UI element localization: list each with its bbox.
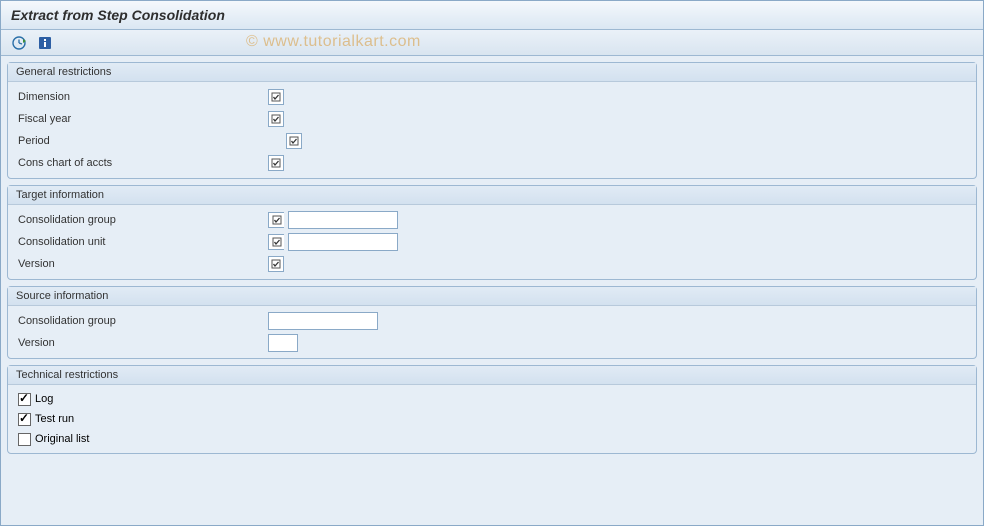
info-icon — [38, 36, 52, 50]
target-version-f4-button[interactable] — [268, 256, 284, 272]
target-information-group: Target information Consolidation group C… — [7, 185, 977, 280]
test-run-checkbox[interactable] — [18, 413, 31, 426]
clock-execute-icon — [11, 35, 27, 51]
source-cons-group-label: Consolidation group — [18, 315, 268, 327]
content-area: General restrictions Dimension Fiscal ye… — [1, 56, 983, 466]
target-information-title: Target information — [8, 186, 976, 205]
target-cons-group-f4-button[interactable] — [268, 212, 284, 228]
source-cons-group-input[interactable] — [268, 312, 378, 330]
main-window: Extract from Step Consolidation © www.tu… — [0, 0, 984, 526]
source-version-input[interactable] — [268, 334, 298, 352]
toolbar — [1, 30, 983, 56]
search-help-icon — [272, 215, 282, 225]
information-button[interactable] — [35, 34, 55, 52]
search-help-icon — [271, 92, 281, 102]
target-cons-unit-label: Consolidation unit — [18, 236, 268, 248]
search-help-icon — [271, 114, 281, 124]
cons-chart-f4-button[interactable] — [268, 155, 284, 171]
execute-button[interactable] — [9, 34, 29, 52]
target-cons-group-input[interactable] — [288, 211, 398, 229]
general-restrictions-title: General restrictions — [8, 63, 976, 82]
source-information-title: Source information — [8, 287, 976, 306]
search-help-icon — [272, 237, 282, 247]
period-f4-button[interactable] — [286, 133, 302, 149]
source-version-label: Version — [18, 337, 268, 349]
general-restrictions-group: General restrictions Dimension Fiscal ye… — [7, 62, 977, 179]
log-label: Log — [35, 393, 53, 405]
search-help-icon — [289, 136, 299, 146]
dimension-f4-button[interactable] — [268, 89, 284, 105]
dimension-label: Dimension — [18, 91, 268, 103]
original-list-checkbox[interactable] — [18, 433, 31, 446]
log-checkbox[interactable] — [18, 393, 31, 406]
technical-restrictions-title: Technical restrictions — [8, 366, 976, 385]
fiscal-year-label: Fiscal year — [18, 113, 268, 125]
search-help-icon — [271, 259, 281, 269]
target-cons-group-label: Consolidation group — [18, 214, 268, 226]
target-cons-unit-f4-button[interactable] — [268, 234, 284, 250]
period-label: Period — [18, 135, 268, 147]
target-version-label: Version — [18, 258, 268, 270]
technical-restrictions-group: Technical restrictions Log Test run Orig… — [7, 365, 977, 454]
test-run-label: Test run — [35, 413, 74, 425]
search-help-icon — [271, 158, 281, 168]
source-information-group: Source information Consolidation group V… — [7, 286, 977, 359]
original-list-label: Original list — [35, 433, 89, 445]
cons-chart-label: Cons chart of accts — [18, 157, 268, 169]
page-title: Extract from Step Consolidation — [1, 1, 983, 30]
fiscal-year-f4-button[interactable] — [268, 111, 284, 127]
target-cons-unit-input[interactable] — [288, 233, 398, 251]
